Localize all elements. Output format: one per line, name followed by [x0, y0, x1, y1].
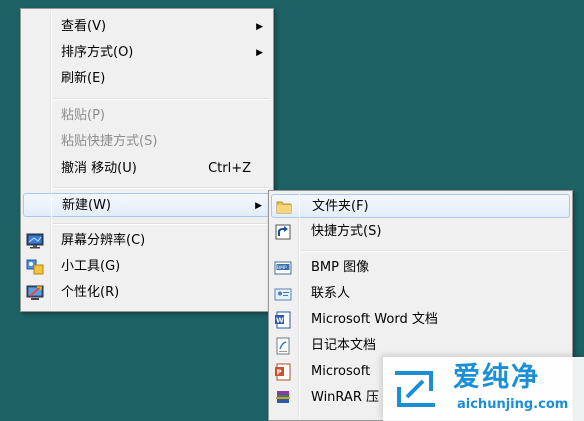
watermark-logo-icon	[395, 371, 435, 407]
menu-item-label: 刷新(E)	[61, 71, 106, 86]
menu-item-label: 撤消 移动(U)	[61, 161, 137, 176]
shortcut-icon	[275, 224, 291, 240]
site-watermark: 爱纯净 aichunjing.com	[383, 357, 584, 421]
menu-item-sort-by[interactable]: 排序方式(O) ▶	[23, 41, 271, 65]
display-icon	[26, 233, 44, 249]
submenu-item-shortcut[interactable]: 快捷方式(S)	[271, 220, 570, 244]
journal-icon	[276, 337, 290, 355]
menu-item-label: 小工具(G)	[61, 259, 121, 274]
menu-item-shortcut: Ctrl+Z	[208, 161, 251, 176]
menu-item-label: 屏幕分辨率(C)	[61, 233, 146, 248]
word-icon: W	[275, 311, 291, 329]
menu-separator	[53, 223, 269, 225]
menu-item-label: 文件夹(F)	[312, 199, 369, 214]
menu-separator	[53, 187, 269, 189]
menu-separator	[301, 250, 568, 252]
menu-item-label: 查看(V)	[61, 19, 107, 34]
personalize-icon	[26, 285, 44, 300]
menu-item-label: 新建(W)	[62, 198, 111, 213]
winrar-icon	[276, 391, 290, 403]
menu-item-label: 个性化(R)	[61, 285, 120, 300]
menu-item-label: 粘贴快捷方式(S)	[61, 134, 158, 149]
menu-item-label: 日记本文档	[311, 338, 377, 353]
watermark-title: 爱纯净	[453, 362, 540, 393]
submenu-arrow-icon: ▶	[256, 48, 263, 58]
submenu-item-word-document[interactable]: W Microsoft Word 文档	[271, 308, 570, 332]
menu-separator	[53, 98, 269, 100]
svg-text:P: P	[277, 369, 282, 377]
submenu-item-journal-document[interactable]: 日记本文档	[271, 334, 570, 358]
desktop-context-menu: 查看(V) ▶ 排序方式(O) ▶ 刷新(E) 粘贴(P) 粘贴快捷方式(S) …	[20, 8, 274, 312]
menu-item-personalize[interactable]: 个性化(R)	[23, 281, 271, 305]
folder-icon	[276, 201, 292, 214]
menu-item-screen-resolution[interactable]: 屏幕分辨率(C)	[23, 229, 271, 253]
menu-item-label: 快捷方式(S)	[311, 224, 382, 239]
submenu-item-folder[interactable]: 文件夹(F)	[271, 194, 570, 218]
menu-item-view[interactable]: 查看(V) ▶	[23, 15, 271, 39]
menu-item-undo-move[interactable]: 撤消 移动(U) Ctrl+Z	[23, 157, 271, 181]
submenu-item-contact[interactable]: 联系人	[271, 282, 570, 306]
menu-item-label: Microsoft	[311, 364, 371, 379]
menu-item-label: 联系人	[311, 286, 351, 301]
menu-item-label: 粘贴(P)	[61, 108, 105, 123]
submenu-item-bmp-image[interactable]: BMP BMP 图像	[271, 256, 570, 280]
menu-item-paste: 粘贴(P)	[23, 104, 271, 128]
contact-icon	[274, 288, 292, 301]
svg-text:W: W	[276, 317, 284, 325]
svg-text:BMP: BMP	[277, 265, 287, 271]
menu-item-label: BMP 图像	[311, 260, 370, 275]
menu-item-refresh[interactable]: 刷新(E)	[23, 67, 271, 91]
bmp-icon: BMP	[274, 261, 292, 275]
menu-item-label: Microsoft Word 文档	[311, 312, 438, 327]
office-icon: P	[275, 363, 291, 381]
menu-item-label: WinRAR 压	[311, 390, 379, 405]
menu-item-paste-shortcut: 粘贴快捷方式(S)	[23, 130, 271, 154]
watermark-url: aichunjing.com	[457, 397, 569, 412]
menu-item-gadgets[interactable]: 小工具(G)	[23, 255, 271, 279]
submenu-arrow-icon: ▶	[255, 201, 262, 211]
menu-item-label: 排序方式(O)	[61, 45, 134, 60]
gadgets-icon	[26, 259, 44, 275]
menu-item-new[interactable]: 新建(W) ▶	[23, 193, 271, 217]
submenu-arrow-icon: ▶	[256, 22, 263, 32]
